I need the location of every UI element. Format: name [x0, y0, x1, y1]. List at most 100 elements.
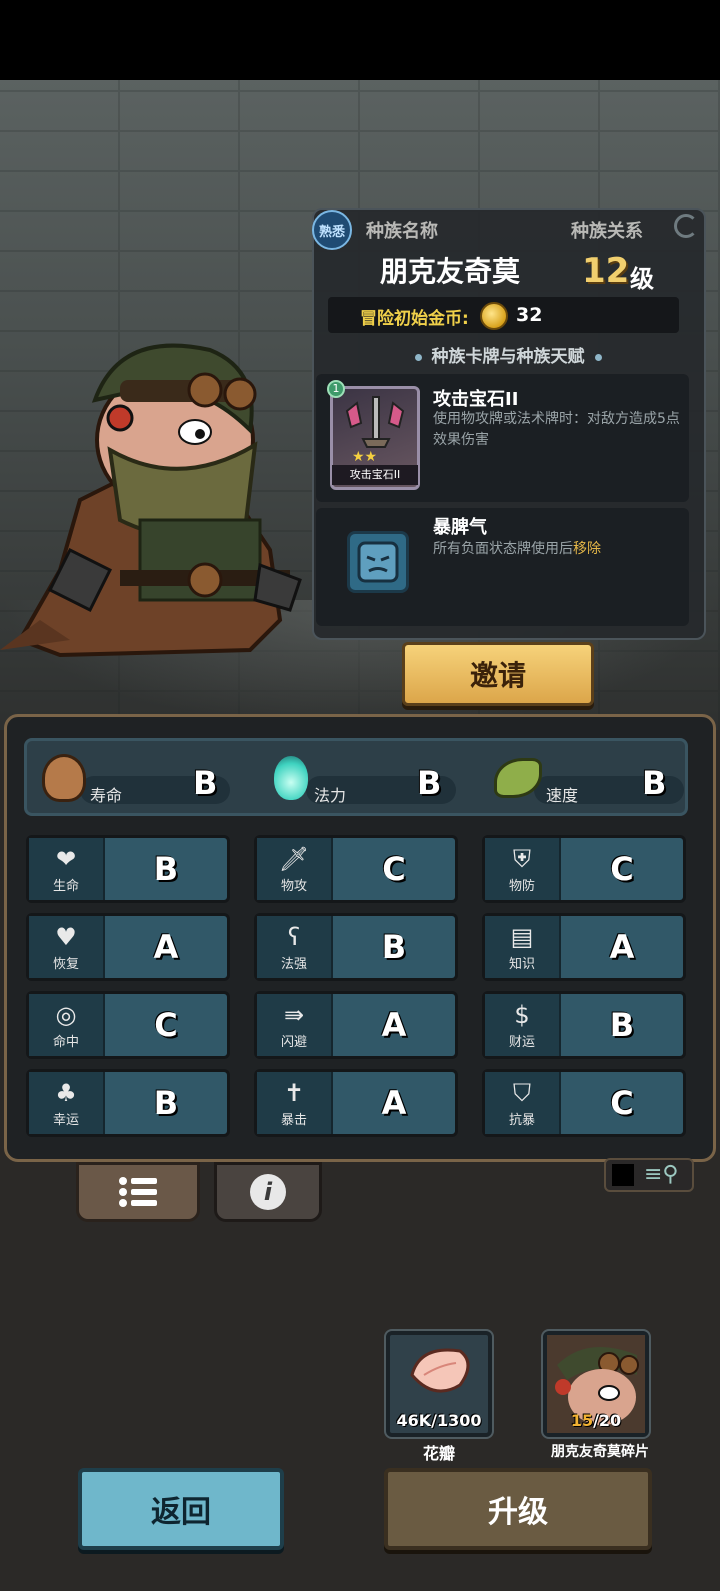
stat-phys-atk[interactable]: 🗡 物攻 C	[254, 835, 458, 903]
invite-button[interactable]: 邀请	[402, 642, 594, 706]
top-stat-label: 法力	[314, 786, 347, 805]
race-level-suffix: 级	[630, 265, 654, 293]
stat-regen[interactable]: ♥ 恢复 A	[26, 913, 230, 981]
list-icon	[119, 1177, 157, 1207]
talent-title: 暴脾气	[433, 517, 487, 538]
crit-icon: ✝	[283, 1078, 305, 1107]
stat-grade: C	[610, 1084, 634, 1122]
stat-label: 恢复	[52, 956, 79, 972]
item-count-have: 15	[570, 1411, 594, 1430]
swirl-icon[interactable]	[674, 214, 698, 238]
tab-info[interactable]: i	[214, 1162, 322, 1222]
race-level-number: 12	[582, 251, 630, 291]
race-relation-header[interactable]: 种族关系	[571, 217, 643, 243]
talent-desc-prefix: 所有负面状态牌使用后	[433, 541, 573, 557]
top-stat-label: 速度	[546, 786, 579, 805]
coin-icon: $	[514, 1000, 530, 1029]
stat-hp[interactable]: ❤ 生命 B	[26, 835, 230, 903]
top-stat-mana[interactable]: 法力 B	[270, 752, 464, 805]
star-icon: ★★	[352, 449, 378, 465]
stat-label: 物防	[508, 878, 535, 894]
race-card-caption: 攻击宝石II	[332, 465, 418, 485]
stat-label: 财运	[508, 1034, 535, 1050]
top-stat-lifespan[interactable]: 寿命 B	[40, 752, 234, 805]
top-stat-speed[interactable]: 速度 B	[494, 752, 688, 805]
race-name: 朋克友奇莫	[379, 255, 520, 288]
stat-fortune[interactable]: $ 财运 B	[482, 991, 686, 1059]
stat-dodge[interactable]: ⇛ 闪避 A	[254, 991, 458, 1059]
card-title: 攻击宝石II	[433, 389, 519, 410]
section-title: 种族卡牌与种族天赋	[318, 342, 698, 367]
item-count: 46K/1300	[396, 1411, 482, 1430]
stat-grade: C	[154, 1006, 178, 1044]
item-count: 15/20	[547, 1411, 645, 1430]
tab-stats-list[interactable]	[76, 1162, 200, 1222]
stat-hit[interactable]: ◎ 命中 C	[26, 991, 230, 1059]
stat-crit-resist[interactable]: ⛉ 抗暴 C	[482, 1069, 686, 1137]
heart-icon: ❤	[55, 844, 77, 873]
familiarity-badge: 熟悉	[312, 210, 352, 250]
stat-spell-power[interactable]: ʕ 法强 B	[254, 913, 458, 981]
stat-label: 暴击	[280, 1112, 307, 1128]
stat-grade: C	[382, 850, 406, 888]
flame-icon	[274, 756, 308, 800]
talent-desc-highlight: 移除	[573, 541, 601, 557]
search-icon: ≡⚲	[644, 1162, 679, 1187]
top-stat-grade: B	[193, 764, 218, 802]
stat-grade: A	[381, 1006, 407, 1044]
staff-icon: ʕ	[287, 922, 301, 951]
armor-icon: ⛨	[513, 844, 531, 873]
stat-grade: A	[153, 928, 179, 966]
top-stat-grade: B	[642, 764, 667, 802]
stat-label: 法强	[280, 956, 307, 972]
stat-phys-def[interactable]: ⛨ 物防 C	[482, 835, 686, 903]
item-petal[interactable]: 46K/1300	[386, 1331, 492, 1437]
stat-label: 物攻	[280, 878, 307, 894]
top-stat-label: 寿命	[90, 786, 123, 805]
target-icon: ◎	[55, 1000, 77, 1029]
dot-icon	[594, 353, 602, 361]
gold-label: 冒险初始金币:	[360, 309, 469, 329]
stat-label: 幸运	[52, 1112, 79, 1128]
stat-grade: B	[381, 928, 407, 966]
stat-grade: A	[609, 928, 635, 966]
item-name: 朋克友奇莫碎片	[551, 1444, 649, 1460]
stat-crit[interactable]: ✝ 暴击 A	[254, 1069, 458, 1137]
back-button[interactable]: 返回	[78, 1468, 284, 1550]
coin-icon	[480, 302, 508, 330]
character-portrait	[0, 343, 302, 658]
item-count-need: /20	[593, 1411, 622, 1430]
stat-label: 生命	[52, 878, 79, 894]
acorn-icon	[42, 754, 86, 802]
item-name: 花瓣	[422, 1444, 455, 1463]
stat-label: 命中	[52, 1034, 79, 1050]
card-description: 使用物攻牌或法术牌时：对敌方造成5点效果伤害	[433, 411, 680, 448]
filter-search-button[interactable]: ≡⚲	[604, 1158, 694, 1192]
stat-grade: C	[610, 850, 634, 888]
stat-grade: B	[609, 1006, 635, 1044]
section-title-text: 种族卡牌与种族天赋	[431, 347, 585, 367]
card-count-badge: 1	[327, 380, 345, 398]
book-icon: ▤	[510, 922, 534, 951]
item-race-shard[interactable]: 15/20	[543, 1331, 649, 1437]
sword-icon: 🗡	[278, 844, 310, 873]
race-name-header: 种族名称	[366, 221, 438, 242]
petal-icon	[410, 1348, 470, 1393]
stat-label: 知识	[508, 956, 535, 972]
stat-luck[interactable]: ♣ 幸运 B	[26, 1069, 230, 1137]
dot-icon	[414, 353, 422, 361]
top-stat-grade: B	[417, 764, 442, 802]
stat-label: 抗暴	[508, 1112, 535, 1128]
info-icon: i	[250, 1174, 286, 1210]
dodge-icon: ⇛	[283, 1000, 305, 1029]
status-bar	[0, 0, 720, 80]
shield-icon: ⛉	[513, 1078, 531, 1107]
stat-knowledge[interactable]: ▤ 知识 A	[482, 913, 686, 981]
square-icon	[612, 1164, 634, 1186]
angry-face-icon[interactable]	[347, 531, 409, 593]
talent-description: 所有负面状态牌使用后移除	[433, 539, 683, 560]
gold-value: 32	[516, 304, 543, 326]
upgrade-button[interactable]: 升级	[384, 1468, 652, 1550]
stat-grade: A	[381, 1084, 407, 1122]
stat-grade: B	[153, 850, 179, 888]
